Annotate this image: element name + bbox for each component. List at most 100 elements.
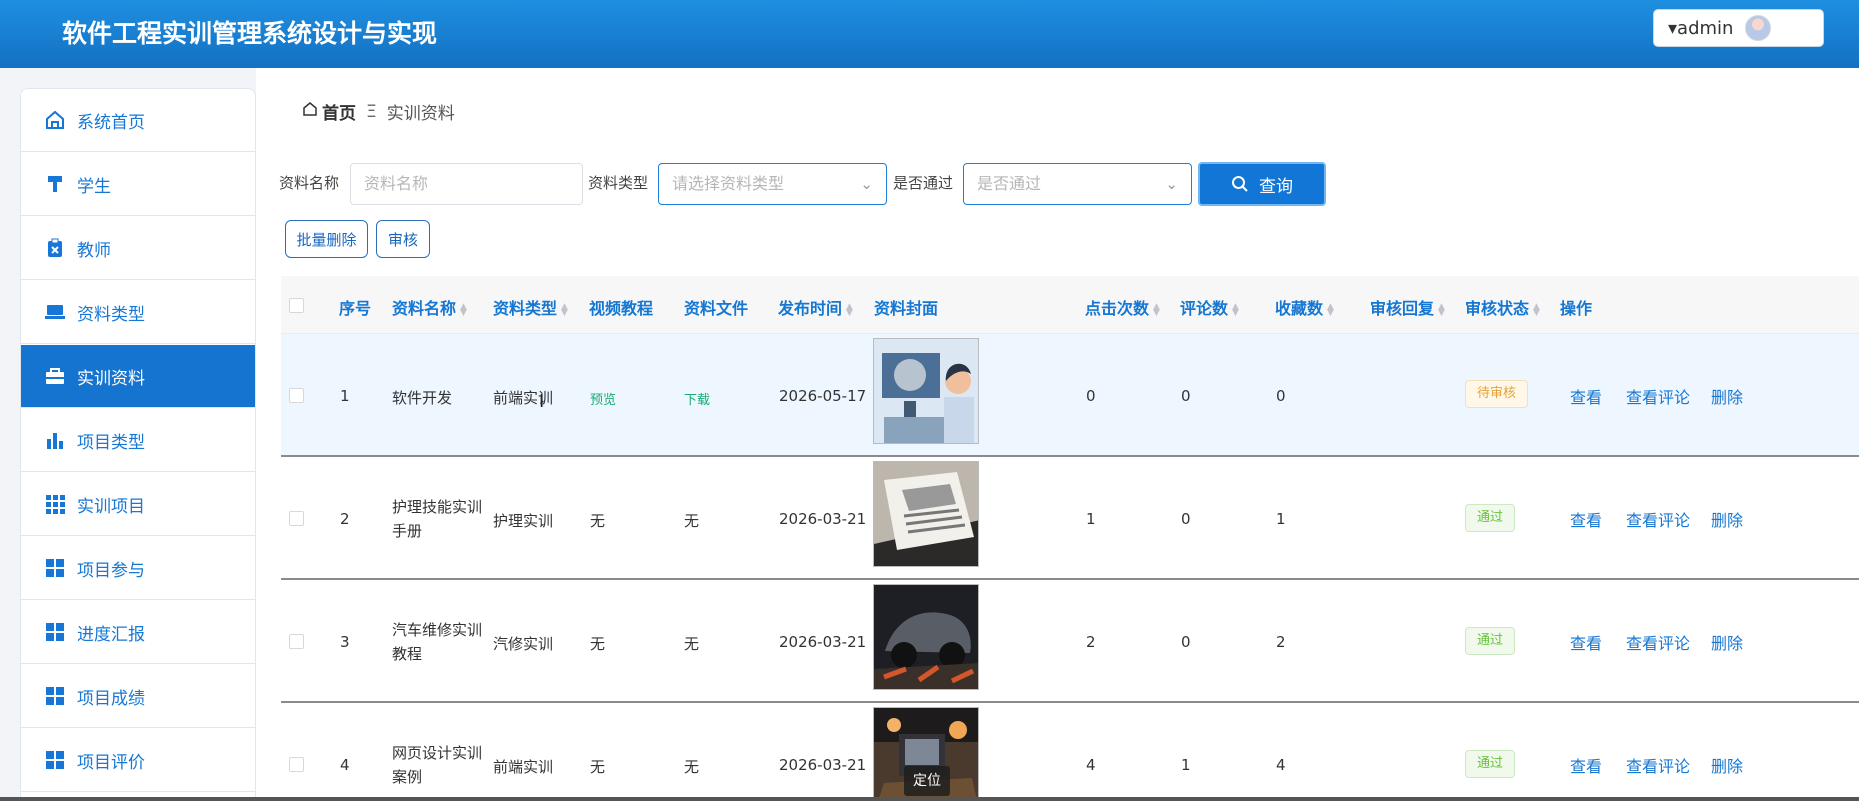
breadcrumb: 首页 Ξ 实训资料 (302, 99, 455, 124)
chevron-down-icon: ⌄ (1165, 175, 1178, 193)
cover-image[interactable] (873, 461, 979, 567)
review-button[interactable]: 审核 (376, 220, 430, 258)
locate-tooltip: 定位 (904, 766, 950, 796)
header-name[interactable]: 资料名称 ▲ ▼ (392, 295, 467, 319)
row-comments: 0 (1181, 387, 1191, 405)
sidebar-item-label: 系统首页 (77, 112, 145, 133)
user-menu[interactable]: ▾admin (1653, 9, 1824, 47)
table-row: 2 护理技能实训手册 护理实训 无 无 2026-03-21 1 0 1 通过 … (281, 457, 1859, 580)
sidebar-item-training-materials[interactable]: 实训资料 (21, 345, 255, 408)
home-icon (43, 108, 67, 132)
row-name: 网页设计实训案例 (392, 744, 483, 786)
breadcrumb-home[interactable]: 首页 (322, 99, 356, 124)
sidebar-item-label: 进度汇报 (77, 624, 145, 645)
resource-name-input[interactable]: 资料名称 (350, 163, 583, 205)
sidebar-item-training-projects[interactable]: 实训项目 (21, 473, 255, 536)
search-button-label: 查询 (1259, 176, 1293, 197)
sidebar-item-project-types[interactable]: 项目类型 (21, 409, 255, 472)
sidebar-item-label: 项目成绩 (77, 688, 145, 709)
header-type[interactable]: 资料类型 ▲ ▼ (493, 295, 568, 319)
row-name: 护理技能实训手册 (392, 498, 483, 540)
status-badge: 待审核 (1465, 380, 1528, 408)
row-clicks: 0 (1086, 387, 1096, 405)
home-icon[interactable] (302, 101, 318, 122)
delete-link[interactable]: 删除 (1711, 384, 1743, 408)
view-comments-link[interactable]: 查看评论 (1626, 630, 1690, 654)
passed-select[interactable]: 是否通过 ⌄ (963, 163, 1192, 205)
view-comments-link[interactable]: 查看评论 (1626, 384, 1690, 408)
header-review-reply[interactable]: 审核回复 ▲ ▼ (1370, 295, 1445, 319)
file-download-link[interactable]: 下载 (684, 389, 710, 408)
row-favorites: 1 (1276, 510, 1286, 528)
batch-delete-button[interactable]: 批量删除 (285, 220, 368, 258)
row-file: 无 (684, 758, 700, 776)
view-link[interactable]: 查看 (1570, 753, 1602, 777)
search-button[interactable]: 查询 (1198, 162, 1326, 206)
row-index: 4 (340, 756, 350, 774)
header-clicks[interactable]: 点击次数 ▲ ▼ (1085, 295, 1160, 319)
row-name: 软件开发 (392, 389, 453, 407)
view-comments-link[interactable]: 查看评论 (1626, 753, 1690, 777)
row-checkbox[interactable] (289, 388, 304, 403)
row-checkbox[interactable] (289, 634, 304, 649)
sidebar-item-home[interactable]: 系统首页 (21, 89, 255, 152)
chevron-down-icon: ⌄ (860, 175, 873, 193)
header-review-status[interactable]: 审核状态 ▲ ▼ (1465, 295, 1540, 319)
search-icon (1231, 175, 1249, 193)
header-comments[interactable]: 评论数 ▲ ▼ (1180, 295, 1239, 319)
clipboard-icon (43, 236, 67, 260)
user-avatar[interactable] (1745, 15, 1772, 41)
sidebar-item-label: 教师 (77, 240, 111, 261)
select-all-checkbox[interactable] (289, 298, 304, 313)
resource-type-placeholder: 请选择资料类型 (672, 174, 785, 193)
row-favorites: 0 (1276, 387, 1286, 405)
header-video: 视频教程 (589, 299, 654, 318)
resource-type-select[interactable]: 请选择资料类型 ⌄ (658, 163, 887, 205)
table-row: 3 汽车维修实训教程 汽修实训 无 无 2026-03-21 2 0 2 通过 … (281, 580, 1859, 703)
sidebar-item-label: 项目评价 (77, 752, 145, 773)
dashboard-grid-icon (43, 556, 67, 580)
view-comments-link[interactable]: 查看评论 (1626, 507, 1690, 531)
header-cover: 资料封面 (874, 299, 939, 318)
sidebar-item-project-evaluation[interactable]: 项目评价 (21, 729, 255, 792)
video-preview-link[interactable]: 预览 (590, 389, 616, 408)
sidebar-item-progress-report[interactable]: 进度汇报 (21, 601, 255, 664)
delete-link[interactable]: 删除 (1711, 630, 1743, 654)
materials-table: 序号 资料名称 ▲ ▼ 资料类型 ▲ ▼ 视频教程 资料文件 发布时间 ▲ ▼ 资料封面 点… (281, 276, 1859, 801)
header-favorites[interactable]: 收藏数 ▲ ▼ (1275, 295, 1334, 319)
sidebar-item-resource-types[interactable]: 资料类型 (21, 281, 255, 344)
header-date[interactable]: 发布时间 ▲ ▼ (778, 295, 853, 319)
sidebar-item-students[interactable]: 学生 (21, 153, 255, 216)
sidebar-item-label: 资料类型 (77, 304, 145, 325)
row-date: 2026-03-21 (779, 633, 867, 651)
sidebar-item-label: 项目类型 (77, 432, 145, 453)
cover-image[interactable] (873, 584, 979, 690)
view-link[interactable]: 查看 (1570, 384, 1602, 408)
brush-icon (43, 172, 67, 196)
row-video: 无 (590, 758, 606, 776)
row-file: 无 (684, 635, 700, 653)
view-link[interactable]: 查看 (1570, 507, 1602, 531)
row-clicks: 4 (1086, 756, 1096, 774)
text-cursor-icon: I (539, 391, 545, 412)
row-checkbox[interactable] (289, 757, 304, 772)
delete-link[interactable]: 删除 (1711, 753, 1743, 777)
view-link[interactable]: 查看 (1570, 630, 1602, 654)
sidebar-item-project-participation[interactable]: 项目参与 (21, 537, 255, 600)
delete-link[interactable]: 删除 (1711, 507, 1743, 531)
username[interactable]: ▾admin (1668, 18, 1733, 39)
row-favorites: 4 (1276, 756, 1286, 774)
sidebar-item-label: 实训资料 (77, 368, 145, 389)
status-badge: 通过 (1465, 750, 1515, 778)
bottom-scrollbar[interactable] (0, 797, 1859, 801)
row-clicks: 2 (1086, 633, 1096, 651)
bar-chart-icon (43, 428, 67, 452)
cover-image[interactable] (873, 338, 979, 444)
sidebar-item-project-scores[interactable]: 项目成绩 (21, 665, 255, 728)
sidebar-item-teachers[interactable]: 教师 (21, 217, 255, 280)
dashboard-grid-icon (43, 684, 67, 708)
dashboard-grid-icon (43, 748, 67, 772)
row-checkbox[interactable] (289, 511, 304, 526)
header-file: 资料文件 (684, 299, 749, 318)
laptop-icon (43, 300, 67, 324)
